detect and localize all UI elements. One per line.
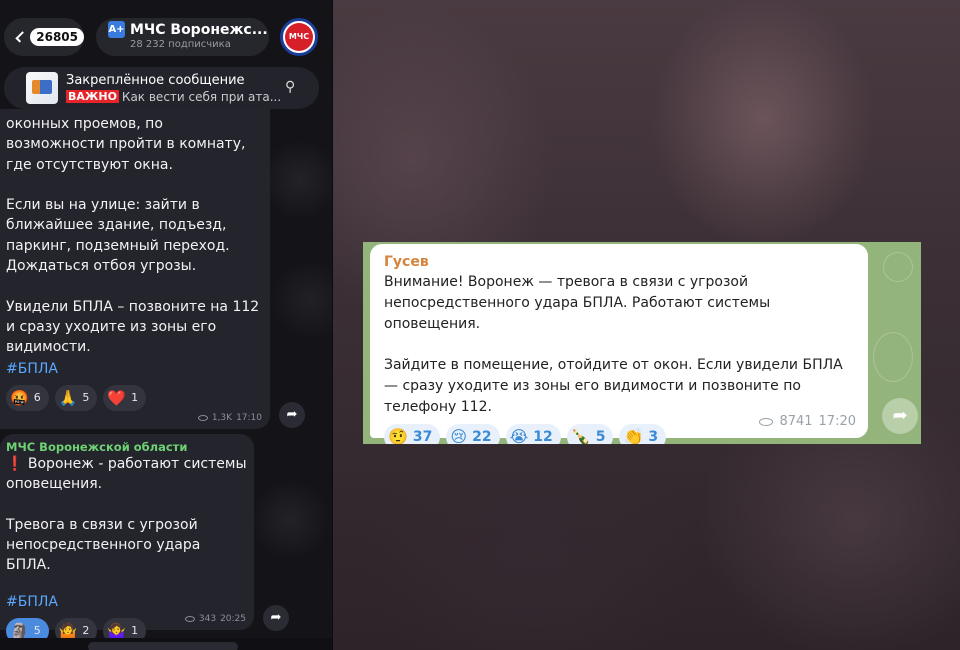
pinned-message-bar[interactable]: Закреплённое сообщение ВАЖНО Как вести с…: [4, 67, 319, 109]
reaction-chip[interactable]: ❤️ 1: [103, 384, 147, 411]
channel-logo-icon: A+: [108, 21, 125, 38]
reaction-count: 5: [82, 391, 90, 405]
wallpaper-doodle: [883, 252, 913, 282]
reaction-chip[interactable]: 🤨 37: [384, 423, 441, 444]
reaction-emoji: 😭: [509, 427, 529, 444]
reaction-count: 6: [33, 391, 41, 405]
reaction-chip[interactable]: 🍾 5: [566, 423, 614, 444]
views-count: 8741: [779, 414, 813, 429]
reaction-emoji: 😢: [450, 427, 468, 444]
share-icon[interactable]: ➦: [882, 398, 918, 434]
channel-title: МЧС Воронежс...: [130, 21, 268, 38]
channel-message[interactable]: МЧС Воронежской области ❗ Воронеж - рабо…: [0, 434, 254, 644]
reactions-bar: 🤬 6 🙏 5 ❤️ 1: [6, 384, 264, 411]
message-time: 20:25: [220, 614, 246, 624]
reaction-chip[interactable]: 😭 12: [505, 423, 561, 444]
avatar-logo: МЧС: [285, 23, 313, 51]
sender-name: Гусев: [384, 254, 429, 270]
reaction-emoji: 🙏: [58, 388, 78, 407]
reaction-count: 22: [472, 428, 492, 444]
pin-icon[interactable]: ⚲: [285, 79, 301, 95]
reaction-count: 37: [412, 428, 433, 444]
pinned-thumbnail: [26, 72, 58, 104]
reaction-count: 5: [595, 428, 606, 444]
hashtag-link[interactable]: #БПЛА: [6, 594, 248, 610]
message-text: ❗ Воронеж - работают системы оповещения.…: [6, 456, 247, 574]
reaction-emoji: 🤨: [388, 427, 408, 444]
message-meta: 8741 17:20: [759, 414, 856, 429]
reaction-chip[interactable]: 🙏 5: [54, 384, 98, 411]
important-badge: ВАЖНО: [66, 90, 119, 103]
channel-message[interactable]: оконных проемов, по возможности пройти в…: [0, 109, 270, 429]
bottom-input-pill[interactable]: [88, 642, 238, 650]
views-count: 1,3K: [211, 413, 233, 423]
message-meta: 1,3K 17:10: [197, 413, 262, 423]
wallpaper-doodle: [873, 332, 913, 382]
views-count: 343: [198, 614, 217, 624]
reaction-count: 1: [131, 624, 139, 638]
message-text: Внимание! Воронеж — тревога в связи с уг…: [384, 274, 843, 415]
message-time: 17:10: [236, 413, 262, 423]
eye-icon: [197, 415, 208, 421]
chevron-left-icon: [15, 31, 27, 43]
reaction-chip[interactable]: 🤬 6: [6, 384, 49, 411]
pinned-title: Закреплённое сообщение: [66, 72, 245, 88]
share-icon[interactable]: ➦: [279, 402, 305, 428]
share-icon[interactable]: ➦: [263, 605, 289, 631]
hashtag-link[interactable]: #БПЛА: [6, 361, 264, 377]
message-meta: 343 20:25: [184, 614, 246, 624]
channel-avatar[interactable]: МЧС: [280, 18, 318, 56]
eye-icon: [184, 616, 195, 622]
pinned-preview: Как вести себя при ата...: [121, 89, 282, 104]
reaction-emoji: ❤️: [107, 388, 127, 407]
reaction-count: 12: [533, 428, 553, 444]
unread-count-badge: 26805: [30, 28, 84, 46]
telegram-message-card: Гусев Внимание! Воронеж — тревога в связ…: [363, 242, 921, 444]
reaction-count: 2: [82, 624, 90, 638]
reaction-count: 1: [131, 391, 139, 405]
telegram-channel-screen: оконных проемов, по возможности пройти в…: [0, 0, 333, 650]
reaction-chip[interactable]: 😢 22: [446, 423, 500, 444]
reaction-emoji: 👏: [623, 427, 644, 444]
message-text: оконных проемов, по возможности пройти в…: [6, 116, 260, 356]
reaction-emoji: 🤬: [10, 388, 29, 407]
reaction-count: 5: [33, 624, 41, 638]
channel-header[interactable]: A+ МЧС Воронежс... 28 232 подписчика: [96, 18, 269, 56]
message-time: 17:20: [818, 414, 856, 429]
message-bubble[interactable]: Гусев Внимание! Воронеж — тревога в связ…: [370, 244, 868, 444]
sender-name: МЧС Воронежской области: [6, 440, 188, 454]
reaction-count: 3: [648, 428, 659, 444]
eye-icon: [759, 417, 774, 426]
reaction-chip[interactable]: 👏 3: [619, 423, 667, 444]
subscriber-count: 28 232 подписчика: [130, 39, 231, 50]
back-button[interactable]: 26805: [4, 18, 84, 56]
reaction-emoji: 🍾: [570, 427, 591, 444]
